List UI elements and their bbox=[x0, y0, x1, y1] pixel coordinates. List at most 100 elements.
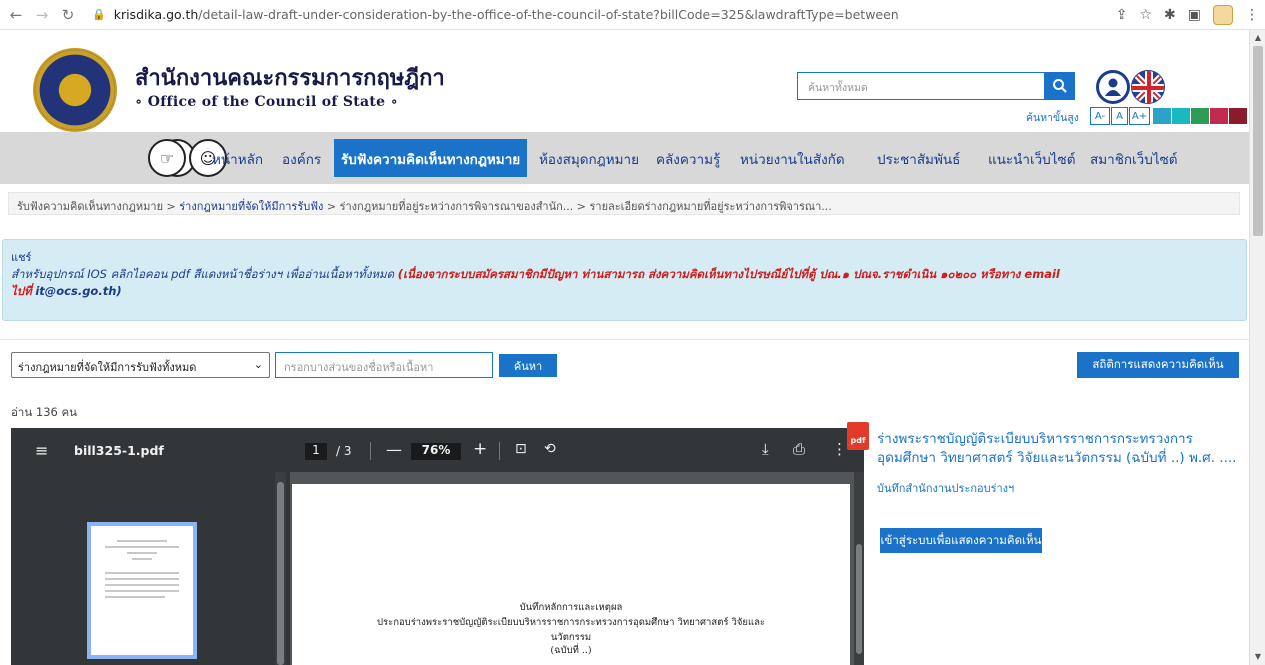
theme-color-swatch[interactable] bbox=[1191, 108, 1209, 124]
site-title-th: สำนักงานคณะกรรมการกฤษฎีกา bbox=[135, 66, 445, 91]
pdf-page-heading: บันทึกหลักการและเหตุผล bbox=[519, 602, 623, 613]
notice-box: แชร์ สำหรับอุปกรณ์ IOS คลิกไอคอน pdf สีแ… bbox=[2, 239, 1247, 321]
nav-item-organization[interactable]: องค์กร bbox=[282, 148, 321, 170]
scroll-thumb[interactable] bbox=[277, 482, 284, 665]
sign-language-icon-main[interactable]: ☞ bbox=[148, 139, 186, 177]
scroll-up-icon[interactable]: ▲ bbox=[1253, 33, 1263, 43]
pdf-page-area: บันทึกหลักการและเหตุผล ประกอบร่างพระราชบ… bbox=[290, 472, 853, 665]
lock-icon: 🔒 bbox=[92, 8, 106, 21]
pdf-filename: bill325-1.pdf bbox=[74, 443, 164, 458]
browser-toolbar: ← → ↻ 🔒 krisdika.go.th /detail-law-draft… bbox=[0, 0, 1265, 30]
fit-page-icon[interactable]: ⊡ bbox=[515, 441, 527, 457]
address-bar[interactable]: 🔒 krisdika.go.th /detail-law-draft-under… bbox=[92, 7, 899, 22]
scroll-thumb[interactable] bbox=[1253, 46, 1263, 236]
download-icon[interactable]: ⤓ bbox=[762, 440, 769, 458]
font-size-increase-button[interactable]: A+ bbox=[1129, 107, 1150, 125]
nav-item-knowledge[interactable]: คลังความรู้ bbox=[656, 148, 720, 170]
nav-item-law-library[interactable]: ห้องสมุดกฎหมาย bbox=[539, 148, 639, 170]
zoom-in-icon[interactable]: + bbox=[473, 439, 487, 459]
pdf-page: บันทึกหลักการและเหตุผล ประกอบร่างพระราชบ… bbox=[292, 484, 850, 665]
pdf-page-total: / 3 bbox=[336, 444, 352, 458]
search-button[interactable] bbox=[1045, 72, 1075, 100]
breadcrumb-separator: > bbox=[576, 200, 590, 213]
mail-instruction: (เนื่องจากระบบสมัครสมาชิกมีปัญหา ท่านสาม… bbox=[397, 267, 1060, 281]
reader-count: อ่าน 136 คน bbox=[11, 405, 78, 419]
english-flag-icon[interactable] bbox=[1131, 70, 1165, 104]
bill-memo-link[interactable]: บันทึกสำนักงานประกอบร่างฯ bbox=[877, 479, 1014, 497]
bill-type-select-value: ร่างกฎหมายที่จัดให้มีการรับฟังทั้งหมด bbox=[18, 361, 197, 374]
theme-color-swatch[interactable] bbox=[1210, 108, 1228, 124]
main-nav: ✋ ☞ ☺ หน้าหลัก องค์กร รับฟังความคิดเห็นท… bbox=[0, 132, 1249, 184]
pdf-thumbnail-sidebar: 1 bbox=[11, 472, 290, 665]
nav-item-website-guide[interactable]: แนะนำเว็บไซต์ bbox=[988, 148, 1075, 170]
mail-instruction-cont: ไปที่ bbox=[11, 284, 32, 298]
ios-instruction: สำหรับอุปกรณ์ IOS คลิกไอคอน pdf สีแดงหน้… bbox=[11, 267, 395, 281]
site-title-en: ∘ Office of the Council of State ∘ bbox=[135, 94, 399, 110]
breadcrumb-link[interactable]: รับฟังความคิดเห็นทางกฎหมาย bbox=[17, 200, 163, 213]
pdf-page-input[interactable]: 1 bbox=[305, 443, 327, 460]
pdf-viewer[interactable]: ≡ bill325-1.pdf 1 / 3 — 76% + ⊡ ⟲ ⤓ ⎙ ⋮ bbox=[11, 428, 864, 665]
breadcrumb-link[interactable]: ร่างกฎหมายที่จัดให้มีการรับฟัง bbox=[179, 200, 323, 213]
email-link[interactable]: it@ocs.go.th) bbox=[35, 284, 121, 298]
bookmark-star-icon[interactable]: ☆ bbox=[1139, 7, 1152, 23]
more-options-icon[interactable]: ⋮ bbox=[832, 440, 847, 458]
site-logo[interactable] bbox=[33, 48, 117, 132]
scroll-thumb[interactable] bbox=[856, 544, 862, 654]
toolbar-divider bbox=[499, 442, 500, 460]
breadcrumb-link[interactable]: ร่างกฎหมายที่อยู่ระหว่างการพิจารณาของสำน… bbox=[340, 200, 574, 213]
share-label[interactable]: แชร์ bbox=[11, 249, 1238, 266]
page-scrollbar[interactable]: ▲ ▼ bbox=[1249, 30, 1265, 665]
page-content: สำนักงานคณะกรรมการกฤษฎีกา ∘ Office of th… bbox=[0, 30, 1249, 665]
font-size-decrease-button[interactable]: A- bbox=[1090, 107, 1110, 125]
bill-title-link[interactable]: ร่างพระราชบัญญัติระเบียบบริหารราชการกระท… bbox=[877, 430, 1241, 468]
nav-item-public-hearing[interactable]: รับฟังความคิดเห็นทางกฎหมาย bbox=[334, 139, 528, 177]
pdf-page-line: ประกอบร่างพระราชบัญญัติระเบียบบริหารราชก… bbox=[376, 617, 765, 628]
toolbar-divider bbox=[370, 442, 371, 460]
divider bbox=[0, 339, 1249, 340]
search-icon bbox=[1053, 79, 1067, 93]
back-icon[interactable]: ← bbox=[6, 5, 26, 25]
theme-color-swatch[interactable] bbox=[1229, 108, 1247, 124]
reload-icon[interactable]: ↻ bbox=[58, 5, 78, 25]
bill-search-input[interactable]: กรอกบางส่วนของชื่อหรือเนื้อหา bbox=[275, 352, 493, 378]
login-to-comment-button[interactable]: เข้าสู่ระบบเพื่อแสดงความคิดเห็น bbox=[880, 528, 1042, 553]
profile-avatar[interactable] bbox=[1213, 5, 1233, 25]
scroll-down-icon[interactable]: ▼ bbox=[1253, 652, 1263, 662]
bill-type-select[interactable]: ร่างกฎหมายที่จัดให้มีการรับฟังทั้งหมด ⌄ bbox=[11, 352, 270, 378]
pdf-file-icon[interactable]: pdf bbox=[847, 422, 869, 450]
side-panel-icon[interactable]: ▣ bbox=[1188, 7, 1201, 23]
site-header: สำนักงานคณะกรรมการกฤษฎีกา ∘ Office of th… bbox=[0, 30, 1249, 132]
pdf-toolbar: ≡ bill325-1.pdf 1 / 3 — 76% + ⊡ ⟲ ⤓ ⎙ ⋮ bbox=[11, 428, 864, 472]
theme-color-swatch[interactable] bbox=[1153, 108, 1171, 124]
nav-item-public-relations[interactable]: ประชาสัมพันธ์ bbox=[877, 148, 960, 170]
zoom-out-icon[interactable]: — bbox=[386, 440, 402, 459]
extensions-puzzle-icon[interactable]: ✱ bbox=[1164, 7, 1176, 23]
theme-color-swatch[interactable] bbox=[1172, 108, 1190, 124]
chevron-down-icon: ⌄ bbox=[253, 358, 263, 371]
browser-menu-icon[interactable]: ⋮ bbox=[1245, 7, 1259, 23]
pdf-page-line: (ฉบับที่ ..) bbox=[550, 645, 592, 656]
print-icon[interactable]: ⎙ bbox=[793, 440, 805, 458]
comment-stats-button[interactable]: สถิติการแสดงความคิดเห็น bbox=[1077, 352, 1239, 378]
pdf-scrollbar[interactable] bbox=[854, 472, 864, 665]
font-size-normal-button[interactable]: A bbox=[1111, 107, 1128, 125]
pdf-zoom-input[interactable]: 76% bbox=[411, 443, 461, 460]
menu-icon[interactable]: ≡ bbox=[35, 441, 48, 460]
user-login-icon[interactable] bbox=[1096, 70, 1130, 104]
breadcrumb-current: รายละเอียดร่างกฎหมายที่อยู่ระหว่างการพิจ… bbox=[589, 200, 832, 213]
breadcrumb-separator: > bbox=[166, 200, 180, 213]
advanced-search-link[interactable]: ค้นหาขั้นสูง bbox=[1026, 109, 1079, 126]
nav-item-home[interactable]: หน้าหลัก bbox=[212, 148, 263, 170]
global-search-input[interactable]: ค้นหาทั้งหมด bbox=[797, 72, 1045, 100]
pdf-page-thumbnail[interactable] bbox=[87, 522, 197, 659]
thumbnail-content bbox=[105, 540, 179, 602]
url-domain: krisdika.go.th bbox=[113, 7, 199, 22]
rotate-icon[interactable]: ⟲ bbox=[544, 441, 556, 457]
nav-item-units[interactable]: หน่วยงานในสังกัด bbox=[740, 148, 845, 170]
share-icon[interactable]: ⇪ bbox=[1116, 7, 1128, 23]
breadcrumb-separator: > bbox=[326, 200, 340, 213]
nav-item-members[interactable]: สมาชิกเว็บไซต์ bbox=[1090, 148, 1178, 170]
forward-icon[interactable]: → bbox=[32, 5, 52, 25]
thumbnail-scrollbar[interactable] bbox=[275, 472, 286, 665]
bill-search-button[interactable]: ค้นหา bbox=[499, 354, 557, 377]
